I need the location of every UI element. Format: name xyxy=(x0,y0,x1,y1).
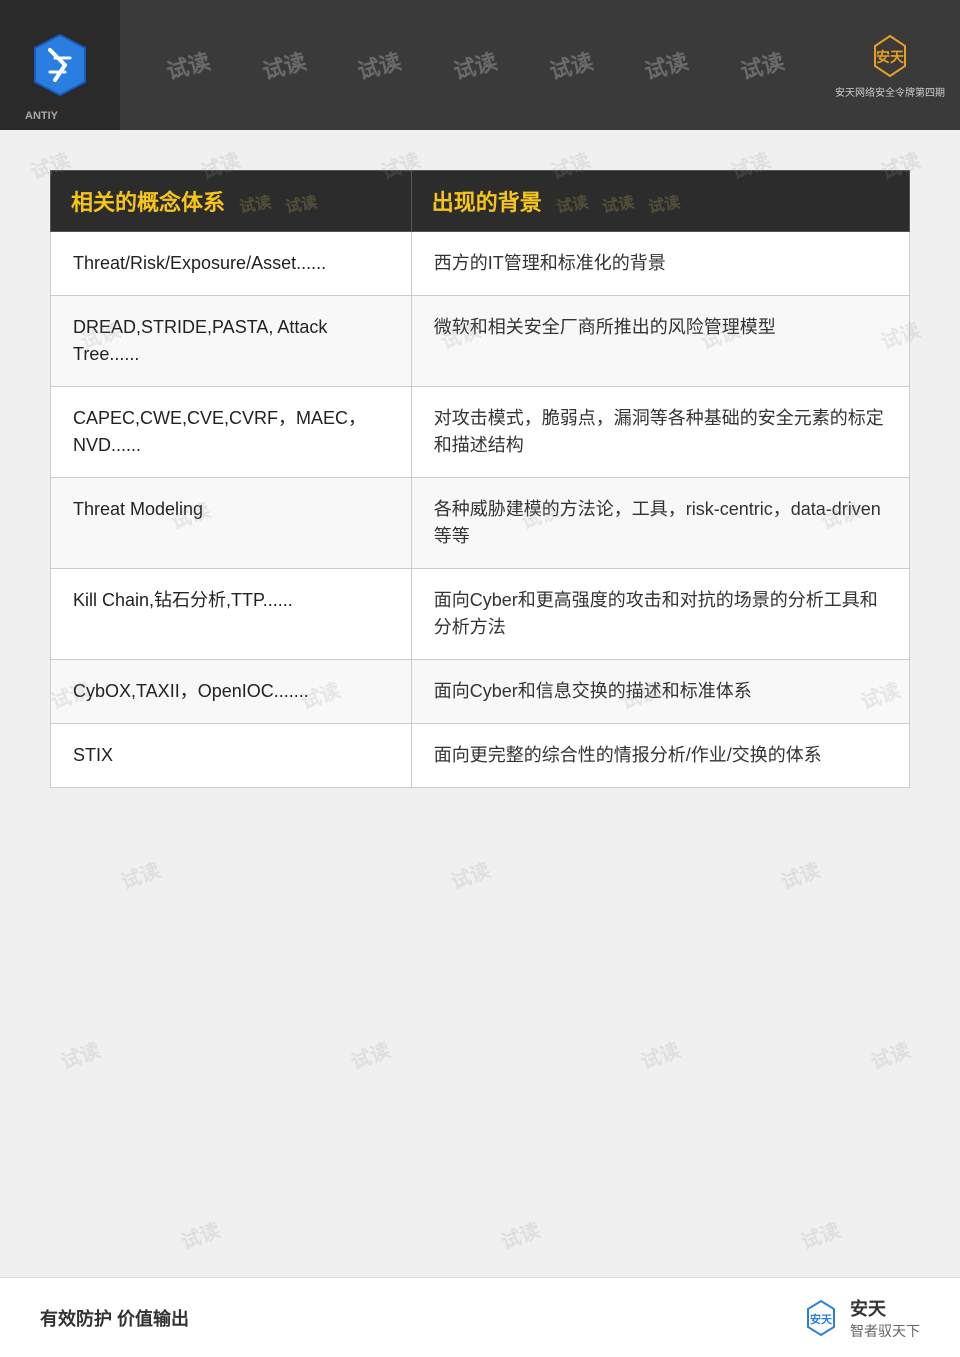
header-wm-inline3: 试读 xyxy=(554,188,590,217)
header-wm-inline5: 试读 xyxy=(646,188,682,217)
header-wm-6: 试读 xyxy=(641,44,692,86)
table-cell-right-4: 面向Cyber和更高强度的攻击和对抗的场景的分析工具和分析方法 xyxy=(411,569,909,660)
header-wm-4: 试读 xyxy=(450,44,501,86)
table-header-col2: 出现的背景 试读 试读 试读 xyxy=(411,171,909,232)
watermark: 试读 xyxy=(56,1034,104,1075)
svg-text:安天: 安天 xyxy=(810,1312,833,1326)
table-cell-left-1: DREAD,STRIDE,PASTA, Attack Tree...... xyxy=(51,296,412,387)
page-header: ANTIY 试读 试读 试读 试读 试读 试读 试读 安天 安天网络安全令牌第四… xyxy=(0,0,960,130)
table-row: Threat/Risk/Exposure/Asset......西方的IT管理和… xyxy=(51,232,910,296)
antiy-logo xyxy=(25,30,95,100)
header-right-logo-area: 安天 安天网络安全令牌第四期 xyxy=(830,25,950,105)
footer-logo-icon: 安天 xyxy=(796,1298,846,1338)
watermark: 试读 xyxy=(176,1214,224,1255)
footer-tagline: 有效防护 价值输出 xyxy=(40,1305,189,1331)
watermark: 试读 xyxy=(496,1214,544,1255)
logo-area xyxy=(0,0,120,130)
footer-text-area: 安天 智者驭天下 xyxy=(850,1295,920,1341)
table-header-col1: 相关的概念体系 试读 试读 xyxy=(51,171,412,232)
header-wm-inline: 试读 xyxy=(237,188,273,217)
header-wm-3: 试读 xyxy=(354,44,405,86)
header-wm-inline2: 试读 xyxy=(283,188,319,217)
header-wm-5: 试读 xyxy=(545,44,596,86)
table-row: STIX面向更完整的综合性的情报分析/作业/交换的体系 xyxy=(51,724,910,788)
header-wm-inline4: 试读 xyxy=(600,188,636,217)
table-cell-right-0: 西方的IT管理和标准化的背景 xyxy=(411,232,909,296)
table-cell-left-0: Threat/Risk/Exposure/Asset...... xyxy=(51,232,412,296)
table-cell-right-2: 对攻击模式，脆弱点，漏洞等各种基础的安全元素的标定和描述结构 xyxy=(411,387,909,478)
header-wm-2: 试读 xyxy=(258,44,309,86)
header-watermarks: 试读 试读 试读 试读 试读 试读 试读 xyxy=(120,49,830,81)
table-cell-left-4: Kill Chain,钻石分析,TTP...... xyxy=(51,569,412,660)
watermark: 试读 xyxy=(776,854,824,895)
right-brand-icon: 安天 xyxy=(855,32,925,82)
antiy-label: ANTIY xyxy=(25,110,58,122)
watermark: 试读 xyxy=(636,1034,684,1075)
right-brand-text: 安天网络安全令牌第四期 xyxy=(835,84,945,99)
table-cell-right-5: 面向Cyber和信息交换的描述和标准体系 xyxy=(411,660,909,724)
svg-text:安天: 安天 xyxy=(876,49,905,65)
table-row: DREAD,STRIDE,PASTA, Attack Tree......微软和… xyxy=(51,296,910,387)
page-footer: 有效防护 价值输出 安天 安天 智者驭天下 xyxy=(0,1277,960,1357)
table-cell-left-3: Threat Modeling xyxy=(51,478,412,569)
table-row: CybOX,TAXII，OpenIOC.......面向Cyber和信息交换的描… xyxy=(51,660,910,724)
main-content: 相关的概念体系 试读 试读 出现的背景 试读 试读 试读 Threat/Risk… xyxy=(0,130,960,818)
table-row: Threat Modeling各种威胁建模的方法论，工具，risk-centri… xyxy=(51,478,910,569)
table-cell-left-2: CAPEC,CWE,CVE,CVRF，MAEC，NVD...... xyxy=(51,387,412,478)
header-wm-7: 试读 xyxy=(737,44,788,86)
footer-logo-area: 安天 安天 智者驭天下 xyxy=(796,1295,920,1341)
table-cell-right-3: 各种威胁建模的方法论，工具，risk-centric，data-driven等等 xyxy=(411,478,909,569)
watermark: 试读 xyxy=(866,1034,914,1075)
concept-table: 相关的概念体系 试读 试读 出现的背景 试读 试读 试读 Threat/Risk… xyxy=(50,170,910,788)
table-row: Kill Chain,钻石分析,TTP......面向Cyber和更高强度的攻击… xyxy=(51,569,910,660)
watermark: 试读 xyxy=(446,854,494,895)
header-wm-1: 试读 xyxy=(162,44,213,86)
table-cell-right-6: 面向更完整的综合性的情报分析/作业/交换的体系 xyxy=(411,724,909,788)
watermark: 试读 xyxy=(796,1214,844,1255)
table-cell-left-6: STIX xyxy=(51,724,412,788)
footer-logo-sub: 智者驭天下 xyxy=(850,1321,920,1341)
table-row: CAPEC,CWE,CVE,CVRF，MAEC，NVD......对攻击模式，脆… xyxy=(51,387,910,478)
watermark: 试读 xyxy=(346,1034,394,1075)
table-cell-right-1: 微软和相关安全厂商所推出的风险管理模型 xyxy=(411,296,909,387)
watermark: 试读 xyxy=(116,854,164,895)
table-cell-left-5: CybOX,TAXII，OpenIOC....... xyxy=(51,660,412,724)
footer-logo-text: 安天 xyxy=(850,1295,920,1321)
